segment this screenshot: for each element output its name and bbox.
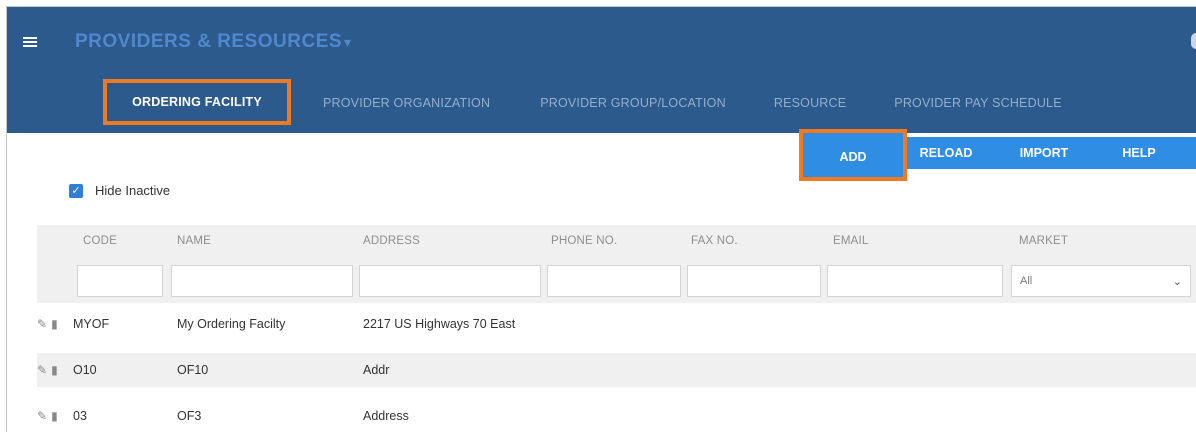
email-filter-input[interactable] <box>827 265 1003 297</box>
code-filter-input[interactable] <box>77 265 163 297</box>
trash-icon[interactable]: ▮ <box>51 363 58 377</box>
trash-icon[interactable]: ▮ <box>51 317 58 331</box>
row-name: My Ordering Facilty <box>177 317 286 331</box>
pencil-icon[interactable]: ✎ <box>37 317 47 331</box>
hide-inactive-label: Hide Inactive <box>95 183 171 198</box>
row-address: Addr <box>363 363 390 377</box>
action-toolbar: ADD RELOAD IMPORT HELP <box>799 129 1196 181</box>
chevron-down-icon: ▾ <box>344 34 352 50</box>
reload-button[interactable]: RELOAD <box>903 137 989 169</box>
app-title[interactable]: PROVIDERS & RESOURCES ▾ <box>75 31 352 53</box>
app-frame: PROVIDERS & RESOURCES ▾ ORDERING FACILITY… <box>6 6 1196 432</box>
grid-filter-header: CODE NAME ADDRESS PHONE NO. FAX NO. EMAI… <box>37 225 1196 303</box>
market-selected-value: All <box>1020 275 1033 287</box>
column-header-market[interactable]: MARKET <box>1019 235 1068 247</box>
tab-provider-pay-schedule[interactable]: PROVIDER PAY SCHEDULE <box>894 83 1061 123</box>
column-header-name[interactable]: NAME <box>177 235 211 247</box>
row-actions: ✎ ▮ <box>37 399 62 432</box>
tab-provider-group-location[interactable]: PROVIDER GROUP/LOCATION <box>540 83 726 123</box>
phone-filter-input[interactable] <box>547 265 681 297</box>
column-header-fax[interactable]: FAX NO. <box>691 235 738 247</box>
row-code: O10 <box>73 363 97 377</box>
row-code: MYOF <box>73 317 110 331</box>
row-name: OF3 <box>177 409 202 423</box>
column-header-address[interactable]: ADDRESS <box>363 235 420 247</box>
table-row[interactable]: ✎ ▮ MYOF My Ordering Facilty 2217 US Hig… <box>37 307 1196 341</box>
column-header-phone[interactable]: PHONE NO. <box>551 235 617 247</box>
tab-resource[interactable]: RESOURCE <box>774 83 846 123</box>
checkmark-icon[interactable]: ✓ <box>69 183 83 198</box>
trash-icon[interactable]: ▮ <box>51 409 58 423</box>
app-header: PROVIDERS & RESOURCES ▾ ORDERING FACILITY… <box>7 7 1196 133</box>
row-address: Address <box>363 409 409 423</box>
tab-provider-organization[interactable]: PROVIDER ORGANIZATION <box>323 83 490 123</box>
market-filter-select[interactable]: All ⌄ <box>1011 265 1191 297</box>
pencil-icon[interactable]: ✎ <box>37 409 47 423</box>
hide-inactive-toggle[interactable]: ✓ Hide Inactive <box>69 183 170 198</box>
app-title-text: PROVIDERS & RESOURCES <box>75 31 343 52</box>
column-header-email[interactable]: EMAIL <box>833 235 869 247</box>
table-row[interactable]: ✎ ▮ O10 OF10 Addr <box>37 353 1196 387</box>
tab-ordering-facility[interactable]: ORDERING FACILITY <box>103 79 291 125</box>
fax-filter-input[interactable] <box>687 265 821 297</box>
chevron-down-icon: ⌄ <box>1172 275 1182 288</box>
help-button[interactable]: HELP <box>1099 137 1179 169</box>
user-avatar-icon[interactable] <box>1191 33 1196 49</box>
name-filter-input[interactable] <box>171 265 353 297</box>
row-actions: ✎ ▮ <box>37 353 62 387</box>
row-code: 03 <box>73 409 87 423</box>
module-tabs: ORDERING FACILITY PROVIDER ORGANIZATION … <box>103 79 1062 133</box>
table-row[interactable]: ✎ ▮ 03 OF3 Address <box>37 399 1196 432</box>
hamburger-icon[interactable] <box>23 37 37 47</box>
column-header-code[interactable]: CODE <box>83 235 117 247</box>
row-address: 2217 US Highways 70 East <box>363 317 516 331</box>
add-button[interactable]: ADD <box>799 129 907 181</box>
pencil-icon[interactable]: ✎ <box>37 363 47 377</box>
row-actions: ✎ ▮ <box>37 307 62 341</box>
address-filter-input[interactable] <box>359 265 541 297</box>
import-button[interactable]: IMPORT <box>989 137 1099 169</box>
row-name: OF10 <box>177 363 209 377</box>
